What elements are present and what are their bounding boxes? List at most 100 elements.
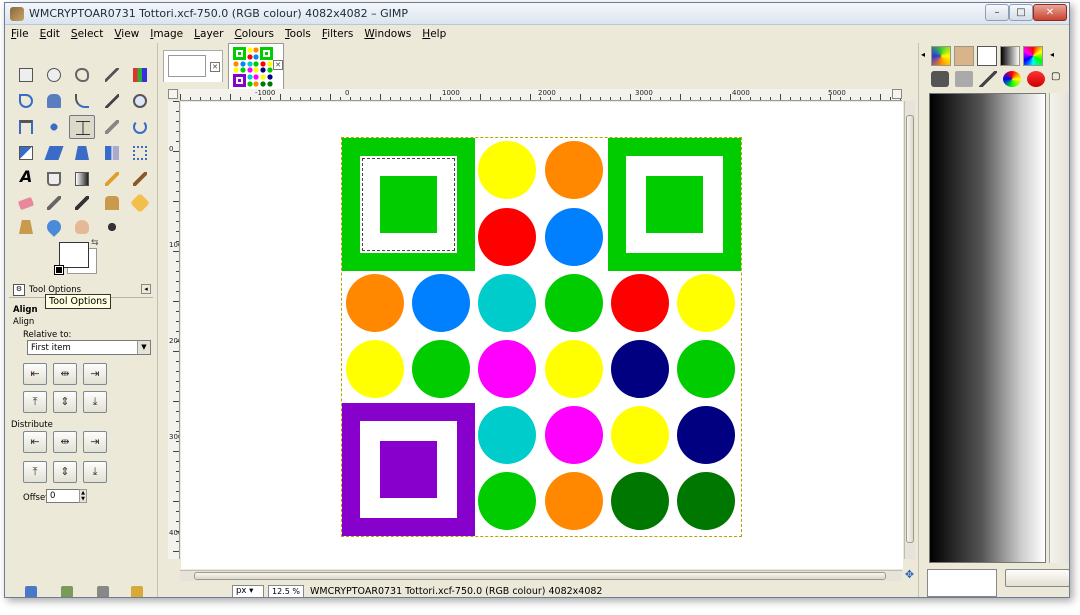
- distribute-right-button[interactable]: ⇥: [83, 431, 107, 453]
- close-button[interactable]: ✕: [1033, 4, 1067, 21]
- flip-tool[interactable]: [99, 141, 125, 165]
- menu-filters[interactable]: Filters: [316, 25, 358, 40]
- horizontal-ruler[interactable]: -1000 0 1000 2000 3000 4000 5000: [180, 89, 902, 101]
- bucket-fill-tool[interactable]: [41, 167, 67, 191]
- tab-palettes[interactable]: [1023, 46, 1043, 66]
- image-canvas[interactable]: [181, 102, 903, 569]
- rotate-tool[interactable]: [127, 115, 153, 139]
- horizontal-scrollbar[interactable]: [180, 570, 902, 581]
- menu-layer[interactable]: Layer: [188, 25, 228, 40]
- distribute-bottom-button[interactable]: ⤓: [83, 461, 107, 483]
- shear-tool[interactable]: [41, 141, 67, 165]
- paintbrush-icon[interactable]: [979, 71, 997, 87]
- menu-select[interactable]: Select: [65, 25, 108, 40]
- tab-patterns[interactable]: [931, 46, 951, 66]
- edit-gradient-button[interactable]: [1005, 569, 1069, 587]
- menu-file[interactable]: File: [5, 25, 34, 40]
- menu-colours[interactable]: Colours: [228, 25, 279, 40]
- zoom-image-toggle[interactable]: [892, 89, 902, 99]
- scissors-select-tool[interactable]: [13, 89, 39, 113]
- navigate-icon[interactable]: ✥: [904, 569, 915, 581]
- paintbrush-tool[interactable]: [127, 167, 153, 191]
- quick-mask-menu-button[interactable]: [168, 89, 178, 99]
- perspective-tool[interactable]: [69, 141, 95, 165]
- menu-windows[interactable]: Windows: [358, 25, 416, 40]
- align-middle-button[interactable]: ⇕: [53, 391, 77, 413]
- paths-tool[interactable]: [69, 89, 95, 113]
- align-tool[interactable]: [69, 115, 95, 139]
- free-select-tool[interactable]: [69, 63, 95, 87]
- close-icon[interactable]: ✕: [273, 60, 283, 70]
- measure-tool[interactable]: [13, 115, 39, 139]
- close-icon[interactable]: ✕: [210, 62, 220, 72]
- menu-help[interactable]: Help: [416, 25, 451, 40]
- color-wheel-icon[interactable]: [1003, 71, 1021, 87]
- maximize-button[interactable]: □: [1009, 4, 1033, 21]
- image-tab-active[interactable]: ✕: [228, 43, 284, 89]
- minimize-button[interactable]: –: [985, 4, 1009, 21]
- align-left-edge-button[interactable]: ⇤: [23, 363, 47, 385]
- tab-brushes[interactable]: [954, 46, 974, 66]
- image-layer[interactable]: [341, 137, 742, 537]
- printer-icon[interactable]: [955, 71, 973, 87]
- smudge-tool[interactable]: [69, 215, 95, 239]
- offset-spinner[interactable]: ▲ ▼: [79, 489, 87, 503]
- foreground-select-tool[interactable]: [41, 89, 67, 113]
- blur-sharpen-tool[interactable]: [41, 215, 67, 239]
- clone-tool[interactable]: [99, 191, 125, 215]
- align-bottom-edge-button[interactable]: ⤓: [83, 391, 107, 413]
- fg-bg-colors[interactable]: ⇆: [53, 238, 109, 278]
- distribute-center-h-button[interactable]: ⇹: [53, 431, 77, 453]
- rect-select-tool[interactable]: [13, 63, 39, 87]
- vertical-scrollbar[interactable]: [904, 101, 915, 559]
- title-bar[interactable]: WMCRYPTOAR0731 Tottori.xcf-750.0 (RGB co…: [5, 3, 1069, 25]
- tab-gradients[interactable]: [1000, 46, 1020, 66]
- crop-tool[interactable]: [99, 115, 125, 139]
- pencil-tool[interactable]: [99, 167, 125, 191]
- distribute-middle-button[interactable]: ⇕: [53, 461, 77, 483]
- restore-options-icon[interactable]: [61, 586, 73, 597]
- ink-tool[interactable]: [69, 191, 95, 215]
- red-dot-icon[interactable]: [1027, 71, 1045, 87]
- default-colors-icon[interactable]: [54, 265, 64, 275]
- distribute-left-button[interactable]: ⇤: [23, 431, 47, 453]
- move-tool[interactable]: [41, 115, 67, 139]
- menu-view[interactable]: View: [108, 25, 144, 40]
- distribute-top-button[interactable]: ⤒: [23, 461, 47, 483]
- dock-menu-arrow-icon[interactable]: ◂: [921, 50, 925, 59]
- tab-menu-arrow-icon[interactable]: ◂: [141, 284, 151, 294]
- airbrush-tool[interactable]: [41, 191, 67, 215]
- reset-options-icon[interactable]: [131, 586, 143, 597]
- eraser-tool[interactable]: [13, 191, 39, 215]
- image-tab-blank[interactable]: ✕: [163, 50, 223, 82]
- dodge-burn-tool[interactable]: [99, 215, 125, 239]
- zoom-tool[interactable]: [127, 89, 153, 113]
- delete-options-icon[interactable]: [97, 586, 109, 597]
- horizontal-scroll-thumb[interactable]: [194, 572, 886, 580]
- gradient-editor-icon[interactable]: [931, 71, 949, 87]
- foreground-color-swatch[interactable]: [59, 242, 89, 268]
- menu-image[interactable]: Image: [144, 25, 188, 40]
- scale-tool[interactable]: [13, 141, 39, 165]
- menu-tools[interactable]: Tools: [279, 25, 316, 40]
- menu-edit[interactable]: Edit: [34, 25, 65, 40]
- relative-to-dropdown[interactable]: First item ▼: [27, 340, 151, 355]
- gradient-preview[interactable]: [929, 93, 1046, 563]
- select-by-color-tool[interactable]: [127, 63, 153, 87]
- zoom-dropdown[interactable]: 12.5 %: [268, 585, 304, 597]
- text-tool-icon[interactable]: ▢: [1051, 71, 1069, 87]
- save-options-icon[interactable]: [25, 586, 37, 597]
- tab-fonts[interactable]: [977, 46, 997, 66]
- perspective-clone-tool[interactable]: [13, 215, 39, 239]
- color-picker-tool[interactable]: [99, 89, 125, 113]
- healing-tool[interactable]: [127, 191, 153, 215]
- text-tool[interactable]: A: [13, 167, 39, 191]
- dock-tab-menu-icon[interactable]: ◂: [1050, 50, 1054, 59]
- align-top-edge-button[interactable]: ⤒: [23, 391, 47, 413]
- dock-scroll-strip[interactable]: [1049, 93, 1069, 563]
- vertical-scroll-thumb[interactable]: [906, 115, 914, 543]
- vertical-ruler[interactable]: 0 1000 2000 3000 4000: [168, 101, 180, 559]
- unit-dropdown[interactable]: px ▾: [232, 585, 264, 597]
- cage-transform-tool[interactable]: [127, 141, 153, 165]
- align-right-edge-button[interactable]: ⇥: [83, 363, 107, 385]
